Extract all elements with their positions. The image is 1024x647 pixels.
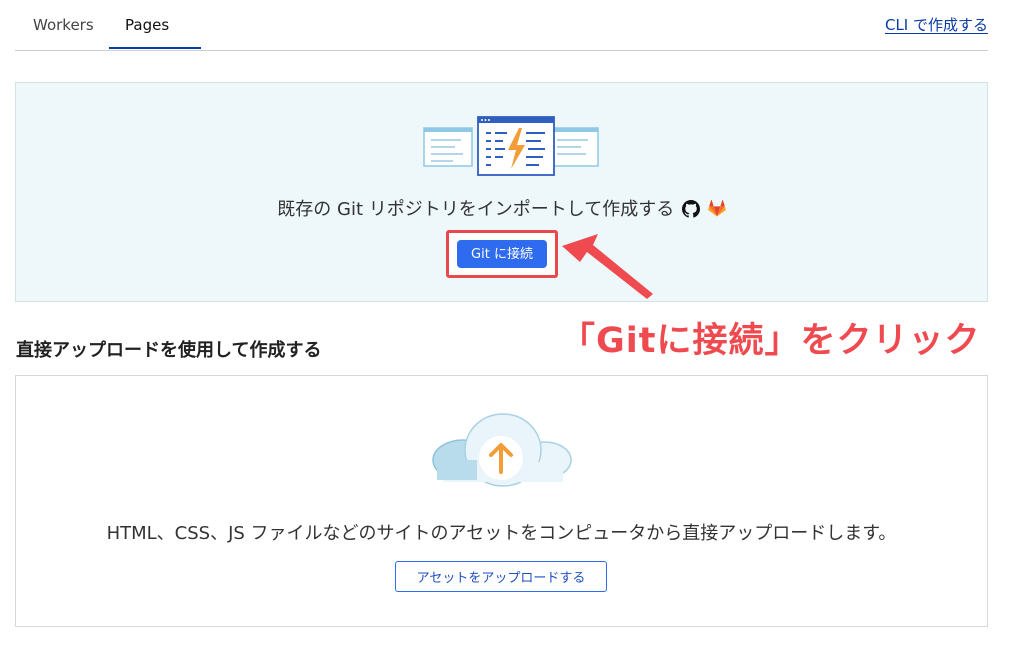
tab-workers[interactable]: Workers	[33, 16, 94, 34]
connect-git-button[interactable]: Git に接続	[457, 240, 547, 268]
annotation-label: 「Gitに接続」をクリック	[560, 321, 981, 361]
cli-create-link[interactable]: CLI で作成する	[885, 14, 988, 35]
upload-description: HTML、CSS、JS ファイルなどのサイトのアセットをコンピュータから直接アッ…	[106, 523, 897, 544]
upload-section-heading: 直接アップロードを使用して作成する	[16, 340, 322, 361]
highlight-frame: Git に接続	[446, 230, 558, 278]
gitlab-icon	[707, 200, 726, 217]
active-tab-indicator	[109, 47, 201, 49]
upload-assets-button[interactable]: アセットをアップロードする	[395, 561, 607, 592]
annotation-arrow-icon	[562, 234, 653, 299]
tab-bar: Workers Pages	[15, 0, 988, 51]
tab-pages[interactable]: Pages	[125, 16, 169, 34]
cloud-upload-icon	[432, 413, 572, 487]
git-import-description: 既存の Git リポジトリをインポートして作成する	[16, 195, 987, 221]
git-import-description-text: 既存の Git リポジトリをインポートして作成する	[277, 199, 675, 220]
github-icon	[681, 200, 700, 218]
git-import-panel: 既存の Git リポジトリをインポートして作成する Git に接続	[15, 82, 988, 302]
direct-upload-panel: HTML、CSS、JS ファイルなどのサイトのアセットをコンピュータから直接アッ…	[15, 375, 988, 627]
git-import-illustration	[423, 116, 599, 176]
